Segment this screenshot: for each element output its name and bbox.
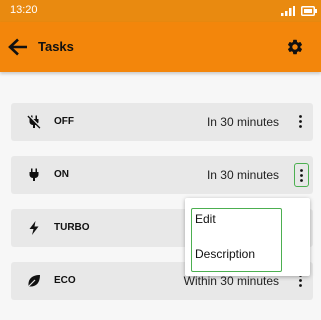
more-vert-icon (299, 115, 302, 128)
back-arrow-icon[interactable] (7, 37, 29, 57)
more-options-button[interactable] (294, 163, 309, 187)
power-plug-icon (29, 168, 39, 181)
status-bar: 13:20 (0, 0, 321, 22)
menu-item-description[interactable]: Description (195, 247, 279, 265)
status-time: 13:20 (10, 4, 38, 16)
task-name: TURBO (54, 222, 90, 233)
power-off-icon (27, 114, 42, 129)
leaf-icon (28, 275, 40, 287)
more-vert-icon (300, 169, 303, 182)
page-title: Tasks (38, 39, 74, 54)
task-name: ON (54, 169, 69, 180)
task-name: ECO (54, 275, 76, 286)
task-time: In 30 minutes (206, 168, 279, 182)
battery-icon (301, 6, 317, 16)
task-time: Within 30 minutes (183, 274, 279, 288)
task-card-off[interactable]: OFF In 30 minutes (11, 103, 313, 141)
popup-menu: Edit Description (185, 198, 310, 276)
task-time: In 30 minutes (206, 115, 279, 129)
menu-focus-outline: Edit Description (191, 208, 282, 272)
gear-icon[interactable] (286, 38, 304, 56)
task-name: OFF (54, 116, 74, 127)
more-options-button[interactable] (294, 110, 309, 134)
app-bar: Tasks (0, 22, 321, 72)
lightning-bolt-icon (29, 221, 39, 235)
task-card-on[interactable]: ON In 30 minutes (11, 156, 313, 194)
menu-item-edit[interactable]: Edit (195, 212, 279, 230)
signal-icon (281, 6, 295, 16)
